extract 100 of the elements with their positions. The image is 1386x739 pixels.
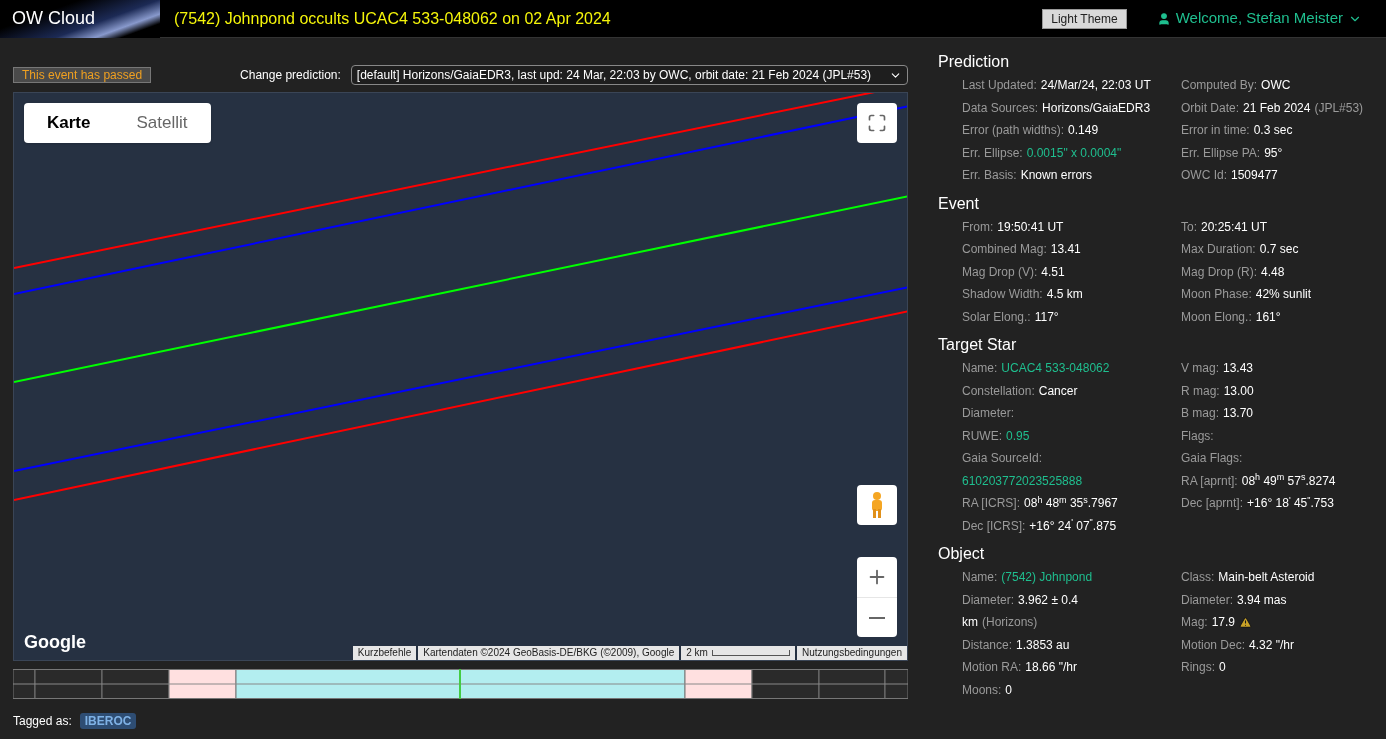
field-label: Motion Dec:	[1181, 636, 1246, 654]
field-note: (Horizons)	[982, 614, 1038, 631]
field-value: 117°	[1034, 308, 1059, 326]
person-icon	[869, 491, 885, 519]
field-label: Combined Mag:	[962, 241, 1047, 258]
fullscreen-button[interactable]	[857, 103, 897, 143]
field-value: 13.00	[1223, 382, 1254, 400]
map-tile[interactable]: Karte Satellit Google Kurzbefehle Kartendaten ©2024 GeoBasis-DE/BKG (©2009), Google 2 km Nutzungsbedingungen	[13, 92, 908, 661]
map-terms-link[interactable]: Nutzungsbedingungen	[796, 646, 907, 660]
field-value: 4.48	[1261, 263, 1285, 281]
map-attribution[interactable]: Kartendaten ©2024 GeoBasis-DE/BKG (©2009), Google	[418, 646, 680, 660]
map-type-tab[interactable]: Satellit	[113, 103, 211, 143]
field-value: 0	[1005, 681, 1013, 699]
field-label: Constellation:	[962, 382, 1035, 400]
change-prediction-label: Change prediction:	[240, 67, 341, 84]
field-label: Name:	[962, 569, 998, 586]
field-value: 42% sunlit	[1255, 286, 1312, 303]
field-value: 24/Mar/24, 22:03 UT	[1040, 77, 1151, 94]
section-title: Object	[938, 544, 986, 564]
field-label: Err. Ellipse PA:	[1181, 144, 1261, 162]
field-label: Data Sources:	[962, 99, 1039, 117]
map-attribution[interactable]: Kurzbefehle	[352, 646, 417, 660]
field-label: Rings:	[1181, 659, 1215, 676]
section-title: Event	[938, 193, 980, 214]
field-label: Solar Elong.:	[962, 308, 1031, 326]
field-label: Name:	[962, 360, 998, 377]
field-label: Diameter:	[1181, 591, 1233, 609]
field-value: 4.5 km	[1046, 286, 1083, 303]
field-label: Diameter:	[962, 405, 1014, 422]
field-value: 18.66 "/hr	[1025, 659, 1077, 676]
field-value: 13.70	[1223, 405, 1254, 422]
map-type-tab[interactable]: Karte	[24, 103, 114, 143]
field-label: Shadow Width:	[962, 286, 1043, 303]
field-label: Gaia Flags:	[1181, 450, 1243, 467]
theme-button[interactable]: Light Theme	[1042, 8, 1127, 29]
field-label: Mag Drop (V):	[962, 263, 1038, 281]
field-value[interactable]: (7542) Johnpond	[1001, 566, 1093, 589]
field-label: Class:	[1181, 569, 1215, 586]
field-value: 0	[1219, 659, 1226, 676]
field-value[interactable]: UCAC4 533-048062	[1001, 357, 1110, 380]
field-label: Dec [ICRS]:	[962, 517, 1026, 535]
field-value: 13.43	[1223, 360, 1254, 377]
field-value[interactable]: 0.95	[1006, 424, 1030, 447]
field-label: Error (path widths):	[962, 122, 1065, 139]
field-label: Dec [aprnt]:	[1181, 495, 1244, 512]
field-label: Distance:	[962, 636, 1013, 654]
field-value[interactable]: 610203772023525888	[962, 469, 1083, 492]
field-label: Computed By:	[1181, 77, 1258, 94]
field-label: Err. Ellipse:	[962, 144, 1023, 162]
field-value: 08$^{h}$ 49$^{m}$ 57$^{s}$.8274	[1241, 471, 1336, 490]
field-value: OWC	[1261, 77, 1291, 94]
map-logo: Google	[24, 631, 86, 654]
field-label: Diameter:	[962, 591, 1014, 609]
field-value: 21 Feb 2024	[1243, 99, 1311, 117]
field-label: V mag:	[1181, 360, 1219, 377]
field-note: (JPL#53)	[1314, 99, 1364, 117]
field-value: 0.149	[1068, 122, 1099, 139]
field-value: 4.51	[1041, 263, 1065, 281]
field-label: Moons:	[962, 681, 1002, 699]
section-title: Target Star	[938, 335, 1018, 355]
field-label: R mag:	[1181, 382, 1220, 400]
field-value: 17.9	[1211, 614, 1236, 631]
field-label: Mag Drop (R):	[1181, 263, 1257, 281]
user-menu[interactable]: Welcome, Stefan Meister	[1156, 7, 1362, 30]
tags-label: Tagged as:	[13, 713, 72, 730]
field-value: +16° 18$^{'}$ 45$^{"}$.753	[1247, 493, 1334, 512]
field-value: +16° 24$^{'}$ 07$^{"}$.875	[1029, 516, 1117, 535]
field-label: RA [ICRS]:	[962, 495, 1020, 512]
pegman-button[interactable]	[857, 485, 897, 525]
field-value: 1.3853 au	[1016, 636, 1070, 654]
field-value: 19:50:41 UT	[997, 218, 1064, 236]
field-value: 3.94 mas	[1237, 591, 1287, 609]
section-title: Prediction	[938, 52, 1011, 72]
field-label: RUWE:	[962, 427, 1002, 445]
field-label: Error in time:	[1181, 122, 1250, 139]
field-value: Cancer	[1038, 382, 1078, 400]
field-label: Motion RA:	[962, 659, 1022, 676]
field-value: 3.962 ± 0.4	[1018, 591, 1078, 609]
event-passed-badge: This event has passed	[13, 67, 152, 83]
field-label: Moon Phase:	[1181, 286, 1252, 303]
field-label: From:	[962, 218, 994, 236]
field-value: 0.7 sec	[1259, 241, 1299, 258]
field-label: B mag:	[1181, 405, 1219, 422]
field-label: Moon Elong.:	[1181, 308, 1252, 326]
page-title: (7542) Johnpond occults UCAC4 533-048062 on 02 Apr 2024	[174, 8, 611, 29]
fullscreen-icon	[867, 113, 887, 133]
field-label: Last Updated:	[962, 77, 1037, 94]
tag[interactable]: IBEROC	[79, 713, 137, 729]
field-value: 4.32 "/hr	[1249, 636, 1294, 654]
field-label: OWC Id:	[1181, 167, 1227, 184]
field-label: To:	[1181, 218, 1197, 236]
prediction-select[interactable]: [default] Horizons/GaiaEDR3, last upd: 24 Mar, 22:03 by OWC, orbit date: 21 Feb 2024 (JPL#53)	[350, 65, 908, 85]
minus-icon	[869, 616, 885, 619]
app-logo[interactable]: OW Cloud	[12, 5, 96, 32]
field-value: km	[962, 614, 978, 631]
field-value[interactable]: 0.0015" x 0.0004"	[1026, 141, 1122, 164]
field-value: 0.3 sec	[1253, 122, 1293, 139]
field-label: Gaia SourceId:	[962, 450, 1043, 467]
field-label: Err. Basis:	[962, 167, 1017, 184]
user-icon	[1156, 11, 1171, 26]
